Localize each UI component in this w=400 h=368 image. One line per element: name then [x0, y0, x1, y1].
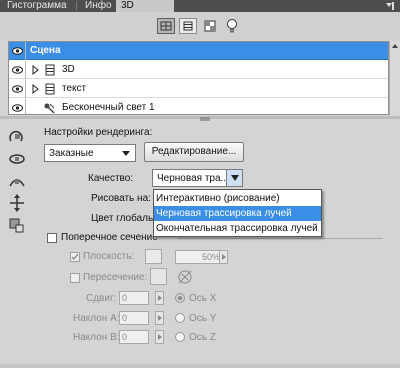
tab-separator	[76, 1, 77, 11]
quality-option-draft-raytrace[interactable]: Черновая трассировка лучей	[154, 206, 321, 221]
tilt-a-field[interactable]: 0	[119, 311, 149, 325]
checkmark-icon	[71, 253, 79, 261]
quality-dropdown-button[interactable]	[226, 170, 242, 186]
arrow-right-icon	[222, 254, 226, 260]
mesh-filter-icon	[183, 21, 193, 31]
offset-arrow[interactable]	[155, 291, 164, 305]
arrow-right-icon	[158, 315, 162, 321]
mesh-icon	[45, 64, 55, 76]
scene-tree: Сцена 3D текст Бесконечный свет 1	[8, 41, 389, 115]
global-ambient-color-label: Цвет глобаль	[91, 213, 154, 224]
plane-opacity-value: 50%	[202, 252, 221, 262]
tree-row-3d[interactable]: 3D	[9, 61, 388, 79]
paint-on-label: Рисовать на:	[91, 193, 151, 204]
light-filter-button[interactable]	[225, 18, 239, 34]
bottom-bar	[0, 364, 400, 368]
tree-scrollbar[interactable]	[389, 41, 400, 115]
visibility-toggle[interactable]	[9, 42, 26, 60]
plane-opacity-arrow[interactable]	[219, 250, 228, 264]
tree-row-label: Сцена	[30, 45, 61, 56]
roll-object-tool-icon[interactable]	[7, 150, 27, 168]
material-filter-icon	[204, 20, 216, 32]
tree-row-infinite-light[interactable]: Бесконечный свет 1	[9, 99, 388, 114]
plane-color-swatch[interactable]	[145, 249, 162, 264]
tilt-b-field[interactable]: 0	[119, 330, 149, 344]
flip-cross-section-icon[interactable]	[177, 269, 193, 285]
render-preset-value: Заказные	[49, 148, 94, 159]
scene-filter-button[interactable]	[157, 18, 175, 34]
quality-value: Черновая тра...	[157, 173, 229, 184]
tilt-b-arrow[interactable]	[155, 330, 164, 344]
plane-opacity-field[interactable]: 50%	[175, 250, 220, 264]
planes-label: Плоскость:	[83, 251, 135, 262]
panel-tab-bar: Гистограмма Инфо 3D (Сцена)	[0, 0, 400, 23]
scroll-up-icon[interactable]	[391, 43, 399, 49]
tree-row-label: Бесконечный свет 1	[62, 102, 155, 113]
drag-object-tool-icon[interactable]	[7, 172, 27, 190]
filter-toolbar	[0, 12, 400, 40]
axis-y-radio[interactable]	[175, 313, 185, 323]
quality-select[interactable]: Черновая тра...	[152, 169, 243, 187]
eye-icon	[12, 104, 23, 112]
axis-x-label: Ось X	[189, 293, 217, 304]
arrow-right-icon	[158, 334, 162, 340]
intersection-color-swatch[interactable]	[150, 268, 167, 285]
scale-object-tool-icon[interactable]	[7, 216, 27, 234]
tab-info[interactable]: Инфо	[80, 0, 117, 12]
tilt-a-label: Наклон А:	[73, 313, 120, 324]
tree-row-label: текст	[62, 83, 87, 94]
tree-row-label: 3D	[62, 64, 75, 75]
cross-section-checkbox[interactable]	[47, 233, 57, 243]
intersection-checkbox[interactable]	[70, 273, 80, 283]
offset-label: Сдвиг:	[86, 293, 117, 304]
eye-icon	[12, 66, 23, 74]
tilt-b-label: Наклон В:	[73, 332, 120, 343]
scene-filter-icon	[160, 21, 172, 31]
tilt-a-arrow[interactable]	[155, 311, 164, 325]
visibility-toggle[interactable]	[9, 61, 26, 79]
splitter-grip-icon[interactable]	[200, 117, 210, 121]
quality-option-interactive[interactable]: Интерактивно (рисование)	[154, 191, 321, 206]
axis-x-radio[interactable]	[175, 293, 185, 303]
panel-menu-icon[interactable]	[386, 2, 394, 10]
edit-render-settings-button[interactable]: Редактирование...	[144, 142, 244, 162]
visibility-toggle[interactable]	[9, 99, 26, 114]
quality-dropdown-list: Интерактивно (рисование) Черновая трасси…	[153, 189, 322, 237]
visibility-toggle[interactable]	[9, 80, 26, 98]
offset-field[interactable]: 0	[119, 291, 149, 305]
arrow-right-icon	[158, 295, 162, 301]
eye-icon	[12, 47, 23, 55]
radio-dot	[178, 296, 182, 300]
tab-histogram[interactable]: Гистограмма	[2, 0, 72, 12]
infinite-light-icon	[44, 103, 55, 114]
axis-z-radio[interactable]	[175, 332, 185, 342]
quality-label: Качество:	[88, 173, 134, 184]
cross-section-label: Поперечное сечение	[61, 232, 158, 243]
mesh-icon	[45, 83, 55, 95]
axis-y-label: Ось Y	[189, 313, 217, 324]
tree-row-scene[interactable]: Сцена	[9, 42, 388, 60]
quality-option-final-raytrace[interactable]: Окончательная трассировка лучей	[154, 221, 321, 236]
expand-triangle-icon[interactable]	[32, 65, 39, 75]
tilt-a-value: 0	[122, 313, 128, 323]
planes-checkbox[interactable]	[70, 252, 80, 262]
chevron-down-icon	[231, 175, 239, 181]
tab-3d-scene[interactable]: 3D (Сцена)	[116, 0, 174, 23]
offset-value: 0	[122, 293, 128, 303]
section-divider	[178, 238, 383, 239]
chevron-down-icon	[122, 151, 130, 156]
tree-row-text[interactable]: текст	[9, 80, 388, 98]
axis-z-label: Ось Z	[189, 332, 216, 343]
tilt-b-value: 0	[122, 332, 128, 342]
render-preset-select[interactable]: Заказные	[44, 144, 136, 162]
intersection-label: Пересечение:	[83, 272, 148, 283]
rotate-object-tool-icon[interactable]	[7, 128, 27, 146]
expand-triangle-icon[interactable]	[32, 84, 39, 94]
light-bulb-icon	[227, 19, 237, 33]
material-filter-button[interactable]	[203, 19, 217, 33]
eye-icon	[12, 85, 23, 93]
render-settings-label: Настройки рендеринга:	[44, 127, 153, 138]
mesh-filter-button[interactable]	[179, 18, 197, 34]
slide-object-tool-icon[interactable]	[7, 194, 27, 212]
